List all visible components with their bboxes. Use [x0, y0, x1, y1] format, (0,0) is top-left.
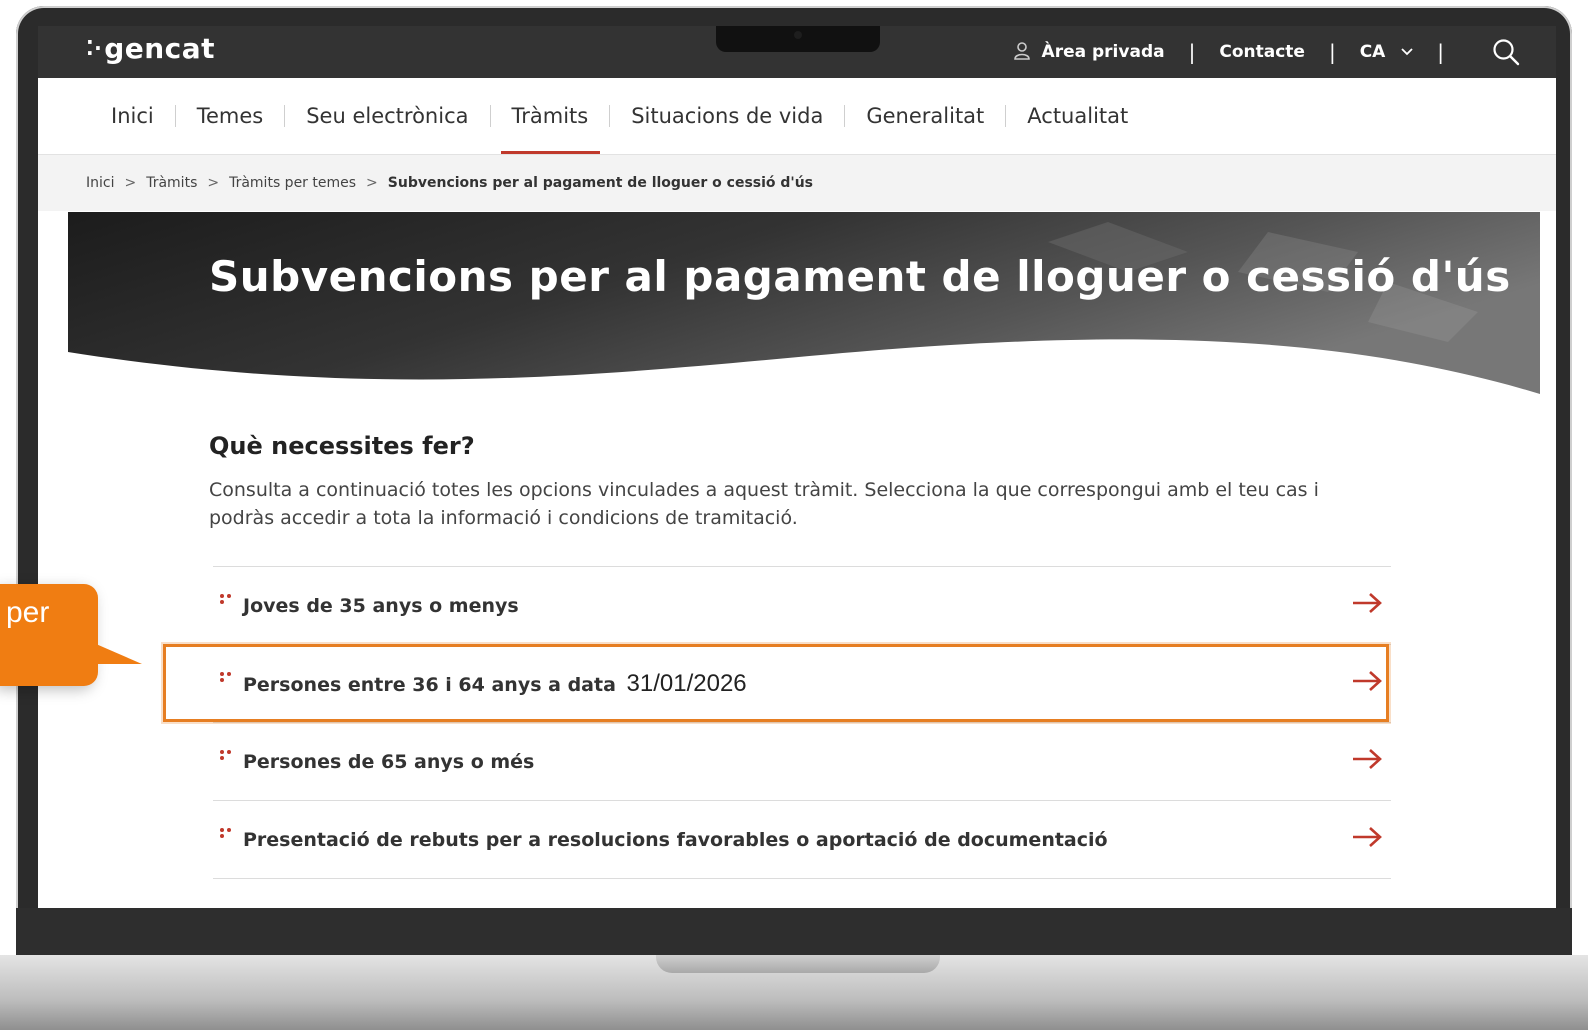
callout-text: per: [6, 596, 50, 629]
breadcrumb-link-inici[interactable]: Inici: [86, 175, 114, 191]
section-title: Què necessites fer?: [209, 432, 475, 460]
callout-bubble: per: [0, 584, 98, 686]
page-title: Subvencions per al pagament de lloguer o…: [209, 252, 1511, 301]
option-label: Joves de 35 anys o menys: [243, 594, 519, 617]
breadcrumb-separator-icon: >: [124, 175, 137, 191]
top-bar-links: Àrea privada | Contacte | CA |: [1013, 26, 1556, 78]
chevron-down-icon: [1401, 48, 1413, 56]
language-selector[interactable]: CA: [1360, 42, 1414, 62]
area-privada-link[interactable]: Àrea privada: [1013, 42, 1165, 62]
nav-label: Inici: [111, 104, 154, 128]
divider: |: [1328, 40, 1336, 64]
nav-label: Actualitat: [1027, 104, 1129, 128]
option-joves[interactable]: Joves de 35 anys o menys: [213, 567, 1391, 645]
logo-dots-icon: ⁚·: [86, 36, 103, 60]
option-label: Persones de 65 anys o més: [243, 750, 535, 773]
breadcrumb: Inici > Tràmits > Tràmits per temes > Su…: [38, 155, 1556, 211]
divider: |: [1188, 40, 1196, 64]
breadcrumb-current: Subvencions per al pagament de lloguer o…: [387, 175, 814, 191]
breadcrumb-separator-icon: >: [207, 175, 220, 191]
nav-item-inici[interactable]: Inici: [90, 78, 176, 154]
option-date: 31/01/2026: [626, 669, 747, 697]
contacte-link[interactable]: Contacte: [1219, 42, 1305, 62]
main-navigation: Inici Temes Seu electrònica Tràmits Situ…: [38, 78, 1556, 155]
nav-label: Generalitat: [866, 104, 985, 128]
option-persones-65[interactable]: Persones de 65 anys o més: [213, 723, 1391, 801]
nav-label: Tràmits: [511, 104, 589, 128]
nav-item-actualitat[interactable]: Actualitat: [1006, 78, 1149, 154]
option-persones-36-64[interactable]: Persones entre 36 i 64 anys a data 31/01…: [163, 644, 1391, 723]
camera-icon: [794, 31, 802, 39]
logo-text: gencat: [104, 32, 216, 65]
bullet-dots-icon: [220, 750, 231, 760]
arrow-right-icon[interactable]: [1351, 591, 1383, 615]
option-label: Persones entre 36 i 64 anys a data 31/01…: [243, 670, 747, 698]
search-icon[interactable]: [1492, 38, 1520, 66]
browser-screen: ⁚·gencat Àrea privada | Contacte | CA |: [38, 26, 1556, 908]
camera-notch: [716, 26, 880, 52]
area-privada-label: Àrea privada: [1041, 42, 1165, 62]
nav-item-situacions-de-vida[interactable]: Situacions de vida: [610, 78, 846, 154]
nav-item-temes[interactable]: Temes: [176, 78, 286, 154]
nav-item-tramits[interactable]: Tràmits: [491, 78, 611, 154]
nav-item-seu-electronica[interactable]: Seu electrònica: [285, 78, 491, 154]
nav-label: Seu electrònica: [306, 104, 469, 128]
breadcrumb-separator-icon: >: [366, 175, 378, 191]
language-label: CA: [1359, 42, 1386, 62]
gencat-logo[interactable]: ⁚·gencat: [86, 32, 215, 65]
main-content: Què necessites fer? Consulta a continuac…: [163, 432, 1391, 879]
bullet-dots-icon: [220, 672, 231, 682]
bullet-dots-icon: [220, 828, 231, 838]
arrow-right-icon[interactable]: [1351, 747, 1383, 771]
nav-label: Situacions de vida: [631, 104, 824, 128]
callout-pointer: [96, 644, 142, 664]
user-icon: [1013, 42, 1030, 60]
hero-background-image: [68, 212, 1540, 394]
breadcrumb-link-tramits[interactable]: Tràmits: [146, 175, 197, 191]
nav-item-generalitat[interactable]: Generalitat: [845, 78, 1007, 154]
arrow-right-icon[interactable]: [1351, 669, 1383, 693]
bullet-dots-icon: [220, 594, 231, 604]
breadcrumb-link-tramits-per-temes[interactable]: Tràmits per temes: [229, 175, 356, 191]
option-presentacio-rebuts[interactable]: Presentació de rebuts per a resolucions …: [213, 801, 1391, 879]
laptop-hinge-notch: [656, 955, 940, 973]
divider: |: [1437, 40, 1444, 64]
arrow-right-icon[interactable]: [1351, 825, 1383, 849]
hero-banner: Subvencions per al pagament de lloguer o…: [68, 212, 1540, 397]
nav-label: Temes: [196, 104, 264, 128]
intro-text: Consulta a continuació totes les opcions…: [209, 479, 1319, 529]
option-label: Presentació de rebuts per a resolucions …: [243, 828, 1108, 851]
option-label-text: Persones entre 36 i 64 anys a data: [243, 673, 616, 696]
options-list: Joves de 35 anys o menys Persones entre …: [163, 566, 1391, 879]
